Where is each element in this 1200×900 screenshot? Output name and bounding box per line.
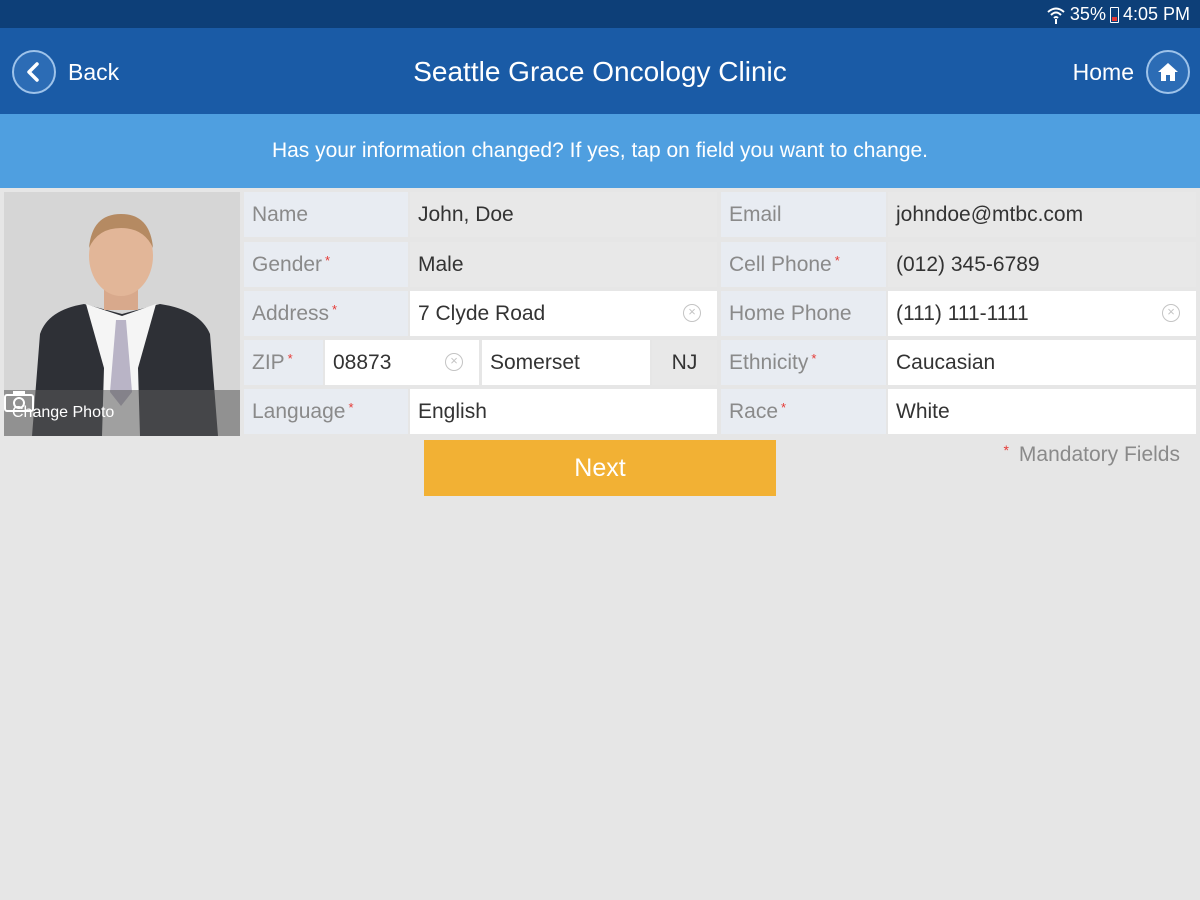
status-bar: 35% 4:05 PM <box>0 0 1200 28</box>
language-label-text: Language <box>252 399 346 423</box>
name-value: John, Doe <box>418 202 514 226</box>
ethnicity-field[interactable]: Caucasian <box>888 340 1196 385</box>
email-field[interactable]: johndoe@mtbc.com <box>888 192 1196 237</box>
language-field[interactable]: English <box>410 389 717 434</box>
ethnicity-label-text: Ethnicity <box>729 350 809 374</box>
battery-percent: 35% <box>1069 4 1106 24</box>
change-photo-button[interactable]: Change Photo <box>4 390 240 436</box>
name-label-text: Name <box>252 202 309 226</box>
home-label: Home <box>1072 58 1134 85</box>
zip-label: ZIP * <box>244 340 323 385</box>
gender-label: Gender * <box>244 242 408 287</box>
ethnicity-value: Caucasian <box>896 350 996 374</box>
clear-icon[interactable]: × <box>445 353 463 371</box>
page-title: Seattle Grace Oncology Clinic <box>413 56 787 87</box>
city-value: Somerset <box>490 350 580 374</box>
address-value: 7 Clyde Road <box>418 301 546 325</box>
required-mark: * <box>1003 442 1009 458</box>
race-label-text: Race <box>729 399 779 423</box>
email-value: johndoe@mtbc.com <box>896 202 1084 226</box>
next-button[interactable]: Next <box>424 440 776 496</box>
address-label-text: Address <box>252 301 330 325</box>
app-header: Back Seattle Grace Oncology Clinic Home <box>0 28 1200 114</box>
home-phone-label-text: Home Phone <box>729 301 852 325</box>
city-field[interactable]: Somerset <box>482 340 650 385</box>
name-label: Name <box>244 192 408 237</box>
email-label-text: Email <box>729 202 782 226</box>
mandatory-text: Mandatory Fields <box>1018 443 1180 466</box>
home-phone-label: Home Phone <box>721 291 886 336</box>
state-value: NJ <box>671 350 698 374</box>
home-button[interactable]: Home <box>1073 50 1190 94</box>
gender-label-text: Gender <box>252 252 323 276</box>
race-field[interactable]: White <box>888 389 1196 434</box>
cell-phone-field[interactable]: (012) 345-6789 <box>888 242 1196 287</box>
wifi-icon <box>1047 7 1065 24</box>
required-mark: * <box>834 253 840 268</box>
cell-phone-label-text: Cell Phone <box>729 252 832 276</box>
clear-icon[interactable]: × <box>683 304 701 322</box>
zip-value: 08873 <box>333 350 392 374</box>
required-mark: * <box>348 400 354 415</box>
zip-label-text: ZIP <box>252 350 285 374</box>
race-label: Race * <box>721 389 886 434</box>
info-banner: Has your information changed? If yes, ta… <box>0 114 1200 188</box>
required-mark: * <box>325 253 331 268</box>
status-indicators: 35% 4:05 PM <box>1046 4 1190 25</box>
zip-field[interactable]: 08873 × <box>325 340 479 385</box>
name-field[interactable]: John, Doe <box>410 192 717 237</box>
address-label: Address * <box>244 291 408 336</box>
required-mark: * <box>332 302 338 317</box>
cell-phone-value: (012) 345-6789 <box>896 252 1040 276</box>
clock: 4:05 PM <box>1122 4 1190 24</box>
camera-icon <box>4 391 34 412</box>
required-mark: * <box>287 351 293 366</box>
language-label: Language * <box>244 389 408 434</box>
gender-field[interactable]: Male <box>410 242 717 287</box>
profile-photo[interactable]: Change Photo <box>4 192 240 436</box>
home-icon <box>1146 50 1190 94</box>
race-value: White <box>896 399 950 423</box>
required-mark: * <box>811 351 817 366</box>
language-value: English <box>418 399 487 423</box>
address-field[interactable]: 7 Clyde Road × <box>410 291 717 336</box>
gender-value: Male <box>418 252 464 276</box>
state-field: NJ <box>652 340 717 385</box>
mandatory-note: * Mandatory Fields <box>1000 442 1180 467</box>
clear-icon[interactable]: × <box>1162 304 1180 322</box>
home-phone-value: (111) 111-1111 <box>896 301 1029 325</box>
cell-phone-label: Cell Phone * <box>721 242 886 287</box>
ethnicity-label: Ethnicity * <box>721 340 886 385</box>
email-label: Email <box>721 192 886 237</box>
battery-icon <box>1109 6 1119 23</box>
required-mark: * <box>781 400 787 415</box>
home-phone-field[interactable]: (111) 111-1111 × <box>888 291 1196 336</box>
